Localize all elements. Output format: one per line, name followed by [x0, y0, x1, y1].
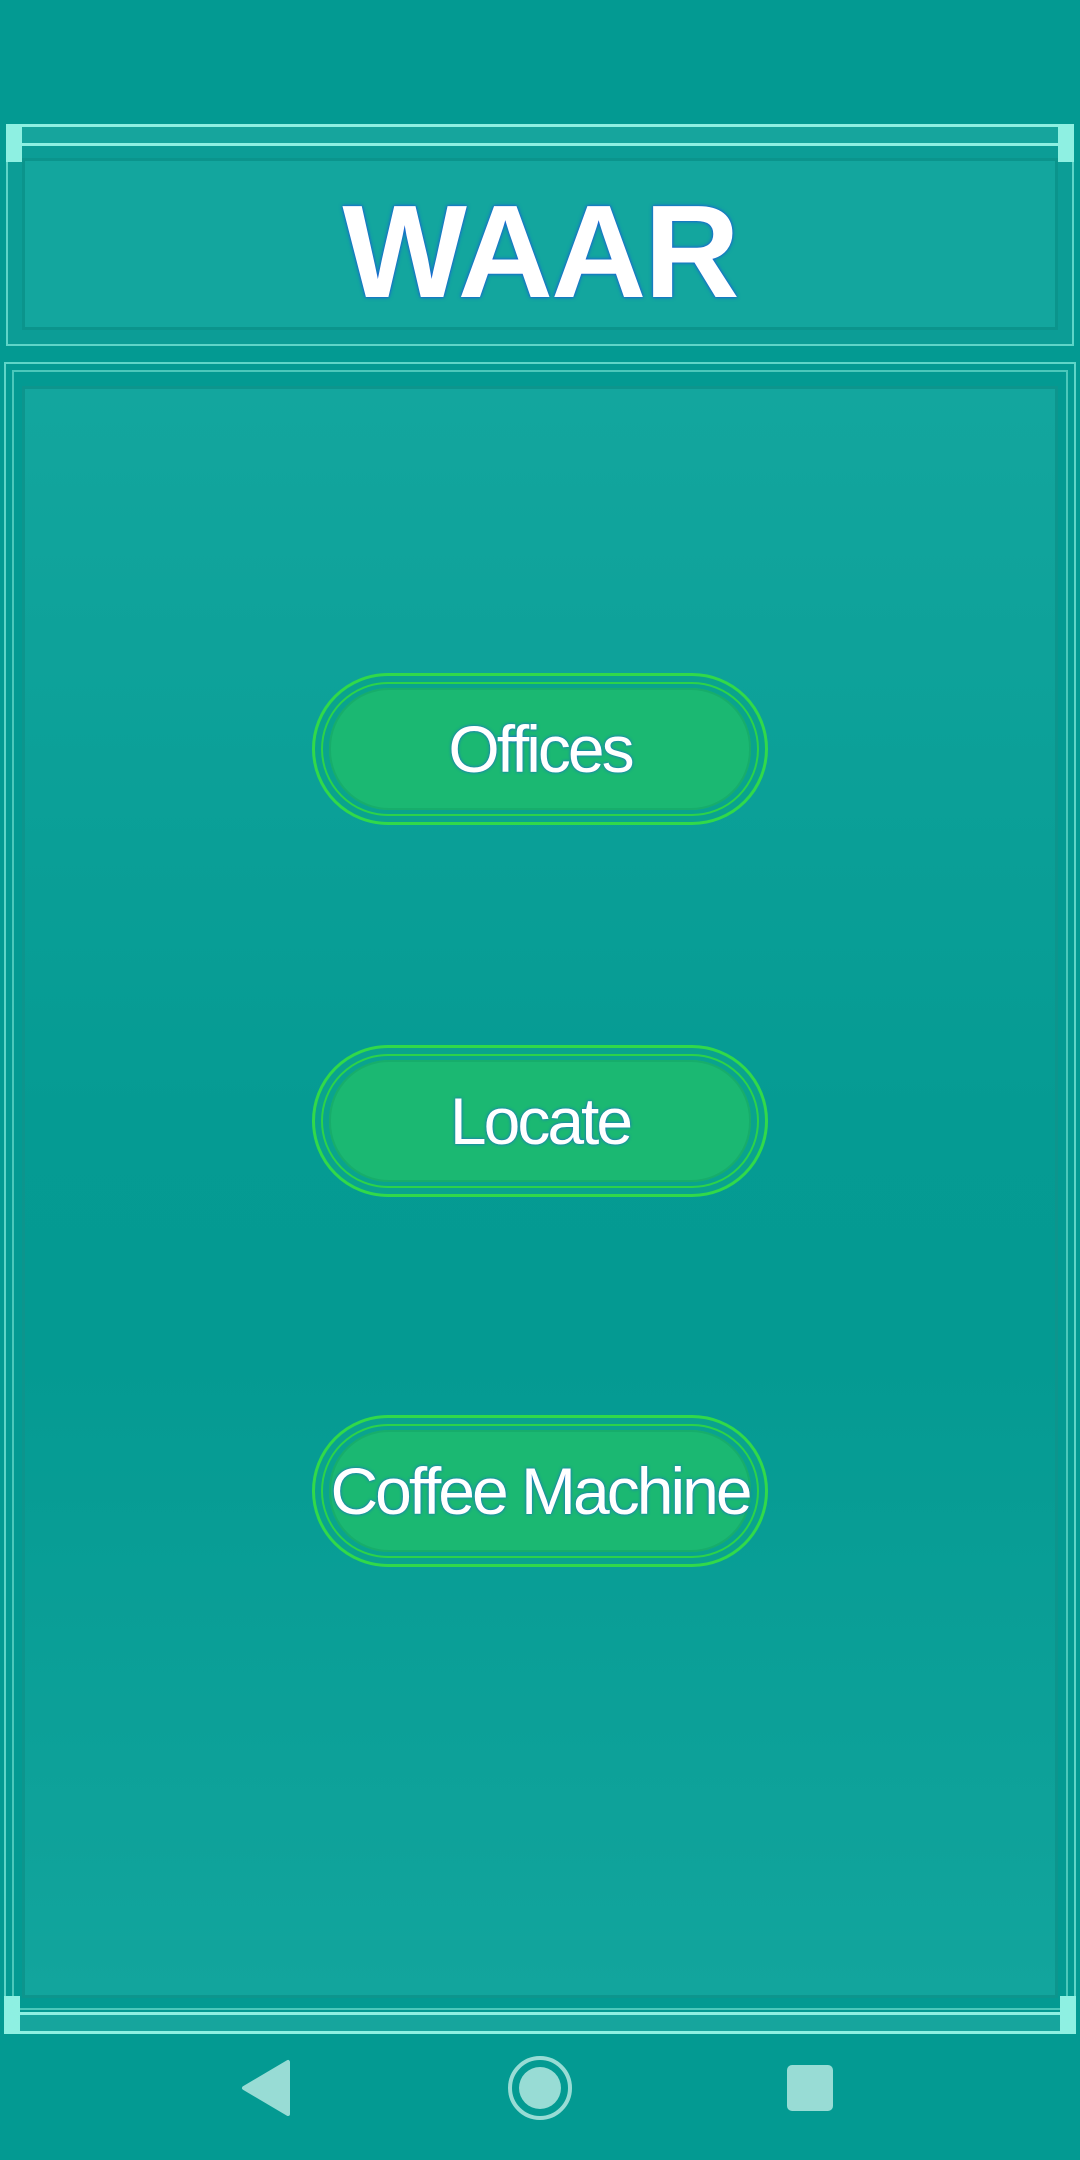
- offices-button[interactable]: Offices: [312, 673, 768, 825]
- back-triangle-icon: [242, 2060, 290, 2116]
- locate-button-label: Locate: [449, 1084, 633, 1158]
- header-top-border: [6, 124, 1074, 146]
- main-corner-right: [1060, 1996, 1076, 2034]
- recents-square-icon: [787, 2065, 833, 2111]
- app-screen: WAAR Offices Locate Coffee Machine: [0, 0, 1080, 2160]
- recents-button[interactable]: [770, 2054, 850, 2122]
- home-circle-icon: [508, 2056, 572, 2120]
- coffee-machine-button[interactable]: Coffee Machine: [312, 1415, 768, 1567]
- main-corner-left: [4, 1996, 20, 2034]
- home-button[interactable]: [500, 2054, 580, 2122]
- offices-button-label: Offices: [448, 712, 634, 786]
- main-bottom-border: [6, 2012, 1074, 2034]
- header-corner-right: [1058, 124, 1074, 162]
- header-corner-left: [6, 124, 22, 162]
- app-title: WAAR: [342, 178, 739, 325]
- locate-button[interactable]: Locate: [312, 1045, 768, 1197]
- back-button[interactable]: [226, 2054, 306, 2122]
- coffee-machine-button-label: Coffee Machine: [330, 1454, 752, 1528]
